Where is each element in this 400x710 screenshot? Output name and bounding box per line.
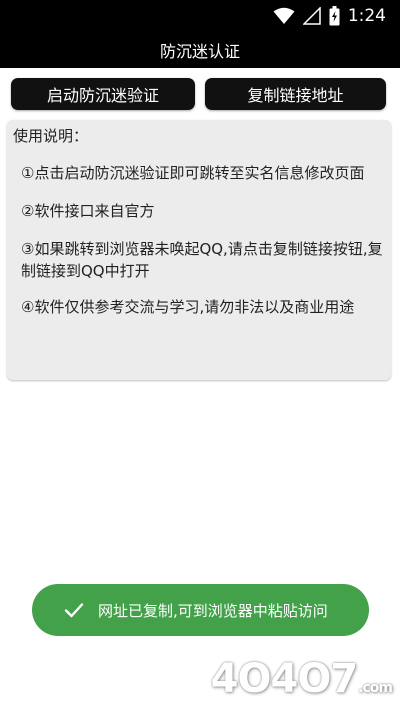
instructions-panel: 使用说明： ①点击启动防沉迷验证即可跳转至实名信息修改页面 ②软件接口来自官方 … xyxy=(7,120,391,380)
toast-notification: 网址已复制,可到浏览器中粘贴访问 xyxy=(32,584,369,636)
check-icon xyxy=(64,603,84,618)
app-title-bar: 防沉迷认证 xyxy=(0,32,400,68)
status-icons: 1:24 xyxy=(273,5,386,27)
instruction-item: ②软件接口来自官方 xyxy=(21,202,155,220)
instruction-item: ①点击启动防沉迷验证即可跳转至实名信息修改页面 xyxy=(21,164,365,182)
watermark-domain: .com xyxy=(358,680,393,696)
copy-link-button[interactable]: 复制链接地址 xyxy=(205,78,386,110)
copy-link-label: 复制链接地址 xyxy=(247,86,344,105)
status-time: 1:24 xyxy=(347,6,386,26)
instructions-heading: 使用说明： xyxy=(13,127,89,145)
instruction-item: ④软件仅供参考交流与学习,请勿非法以及商业用途 xyxy=(21,298,355,316)
watermark-logo: 4O4O7 .com xyxy=(210,656,393,702)
watermark-text: 4O4O7 xyxy=(210,656,359,702)
instruction-item: ③如果跳转到浏览器未唤起QQ,请点击复制链接按钮,复制链接到QQ中打开 xyxy=(21,240,383,280)
toast-message: 网址已复制,可到浏览器中粘贴访问 xyxy=(98,601,328,620)
page-title: 防沉迷认证 xyxy=(159,42,240,61)
signal-icon xyxy=(302,7,321,25)
wifi-icon xyxy=(273,7,295,24)
launch-verification-label: 启动防沉迷验证 xyxy=(46,86,159,105)
launch-verification-button[interactable]: 启动防沉迷验证 xyxy=(11,78,195,110)
status-bar: 1:24 xyxy=(0,0,400,32)
battery-icon xyxy=(329,6,340,26)
